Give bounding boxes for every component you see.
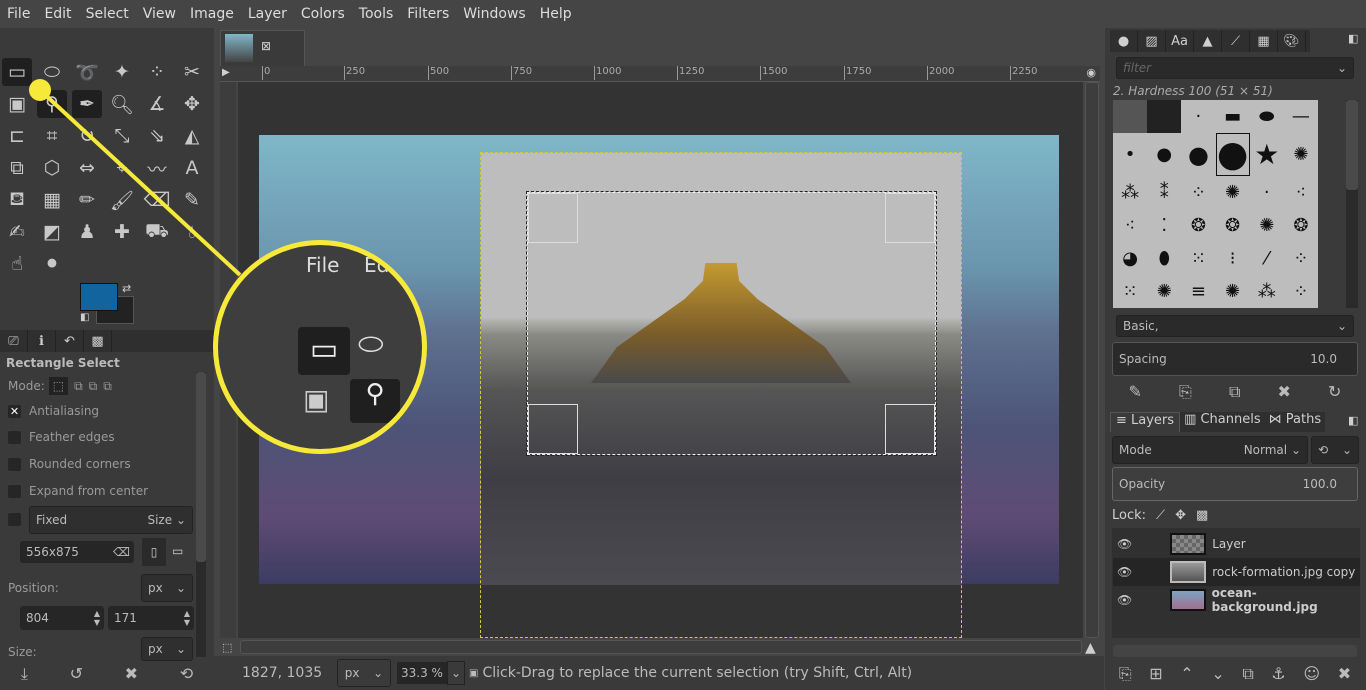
magnified-callout: File Ed ▭ ⬭ ▣ ⚲: [213, 240, 427, 454]
callout-paths-icon: ⚲: [350, 379, 400, 423]
callout-rect-select-icon: ▭: [298, 327, 350, 375]
callout-menu-file: File: [306, 253, 340, 277]
callout-foreground-select-icon: ▣: [303, 383, 330, 416]
callout-ellipse-select-icon: ⬭: [358, 327, 384, 362]
callout-pointer: [29, 79, 242, 277]
callout-menu-edit: Ed: [364, 253, 390, 277]
